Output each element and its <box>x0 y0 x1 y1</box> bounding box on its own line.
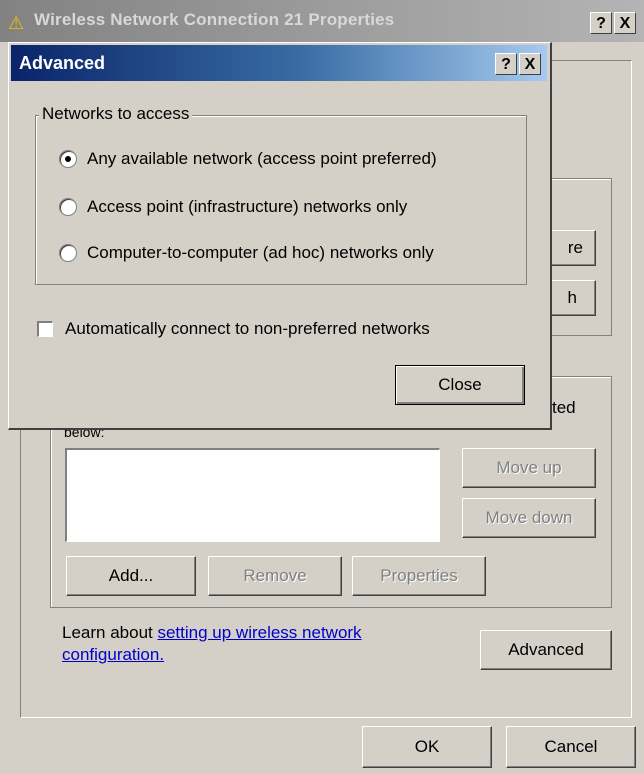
auto-connect-check-box[interactable] <box>37 321 53 337</box>
auto-connect-checkbox[interactable]: Automatically connect to non-preferred n… <box>37 319 430 339</box>
radio-any-network-button[interactable] <box>59 150 77 168</box>
advanced-help-button[interactable]: ? <box>495 53 517 75</box>
auto-connect-label: Automatically connect to non-preferred n… <box>65 319 430 338</box>
radio-access-point-only[interactable]: Access point (infrastructure) networks o… <box>59 197 407 217</box>
properties-button[interactable]: Properties <box>352 556 486 596</box>
properties-help-button[interactable]: ? <box>590 12 612 34</box>
properties-close-button[interactable]: X <box>614 12 636 34</box>
learn-about-text: Learn about setting up wireless network … <box>62 622 362 666</box>
move-down-button[interactable]: Move down <box>462 498 596 538</box>
network-icon: ⚠ <box>8 13 25 33</box>
advanced-dialog: Advanced ? X Networks to access Any avai… <box>8 42 552 430</box>
add-button[interactable]: Add... <box>66 556 196 596</box>
radio-adhoc-label: Computer-to-computer (ad hoc) networks o… <box>87 243 434 262</box>
learn-about-label: Learn about <box>62 623 158 642</box>
radio-any-network[interactable]: Any available network (access point pref… <box>59 149 437 169</box>
wireless-config-link-continued[interactable]: configuration. <box>62 645 164 664</box>
wireless-config-link[interactable]: setting up wireless network <box>157 623 361 642</box>
radio-access-point-label: Access point (infrastructure) networks o… <box>87 197 408 216</box>
advanced-dialog-title: Advanced <box>19 53 106 73</box>
properties-title-bar[interactable]: ⚠ Wireless Network Connection 21 Propert… <box>0 0 644 42</box>
preferred-networks-list[interactable] <box>65 448 440 542</box>
radio-any-network-label: Any available network (access point pref… <box>87 149 437 168</box>
ok-button[interactable]: OK <box>362 726 492 768</box>
advanced-title-bar[interactable]: Advanced ? X <box>11 45 547 81</box>
radio-adhoc-only[interactable]: Computer-to-computer (ad hoc) networks o… <box>59 243 434 263</box>
move-up-button[interactable]: Move up <box>462 448 596 488</box>
radio-adhoc-button[interactable] <box>59 244 77 262</box>
cancel-button[interactable]: Cancel <box>506 726 636 768</box>
close-button[interactable]: Close <box>395 365 525 405</box>
properties-window-title: Wireless Network Connection 21 Propertie… <box>34 10 395 29</box>
radio-access-point-button[interactable] <box>59 198 77 216</box>
advanced-close-icon-button[interactable]: X <box>519 53 541 75</box>
networks-to-access-label: Networks to access <box>39 104 193 124</box>
remove-button[interactable]: Remove <box>208 556 342 596</box>
preferred-networks-label-tail: ted <box>552 398 576 417</box>
advanced-button[interactable]: Advanced <box>480 630 612 670</box>
